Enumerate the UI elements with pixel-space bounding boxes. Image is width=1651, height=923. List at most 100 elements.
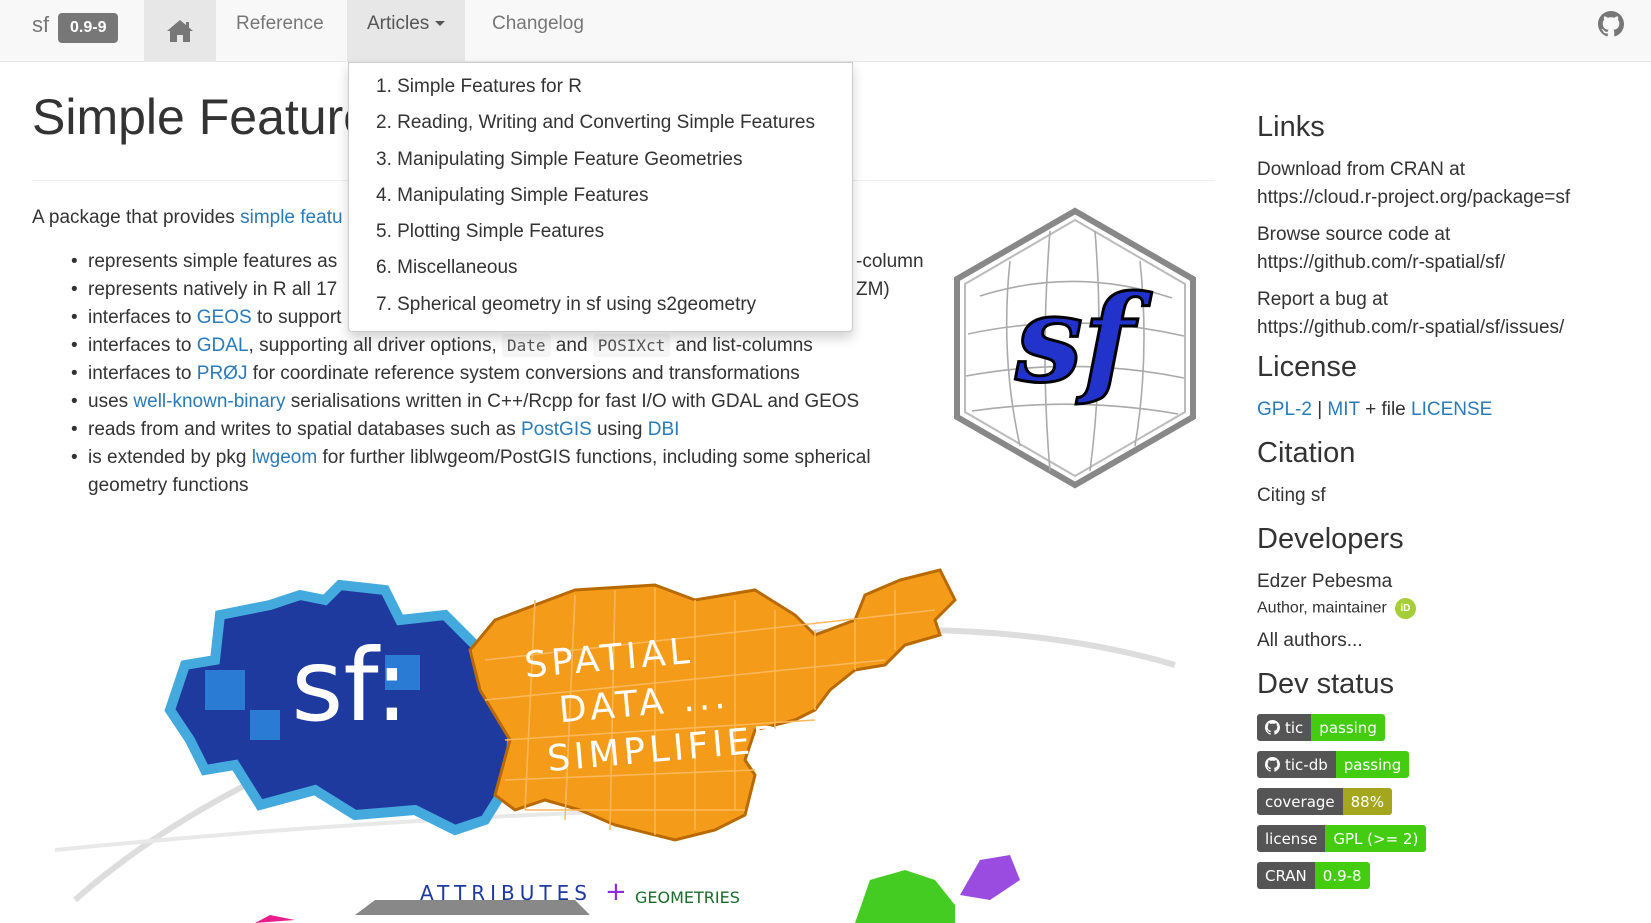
list-item: reads from and writes to spatial databas…: [71, 416, 938, 444]
menu-item-article-6[interactable]: 6. Miscellaneous: [349, 250, 852, 286]
cran-badge[interactable]: CRAN 0.9-8: [1257, 862, 1370, 890]
version-badge: 0.9-9: [58, 13, 119, 43]
artwork-sf-text: sf:: [291, 627, 408, 744]
bug-label: Report a bug at: [1257, 288, 1388, 310]
menu-item-article-4[interactable]: 4. Manipulating Simple Features: [349, 178, 852, 214]
nav-articles-dropdown[interactable]: Articles: [347, 0, 466, 62]
source-label: Browse source code at: [1257, 223, 1451, 245]
home-button[interactable]: [144, 0, 216, 62]
sf-artwork-illustration: sf: SPATIAL DATA ... SIMPLIFIED. ATTRIBU…: [55, 568, 1176, 923]
feature-text: represents simple features as: [88, 251, 338, 272]
coverage-badge[interactable]: coverage 88%: [1257, 788, 1392, 816]
geos-link[interactable]: GEOS: [197, 307, 252, 328]
logo-text: sf: [1014, 269, 1152, 410]
feature-text: interfaces to: [88, 363, 197, 384]
badge-label: license: [1257, 825, 1326, 853]
license-file-text: + file: [1359, 398, 1412, 420]
devstatus-heading: Dev status: [1257, 667, 1394, 700]
badge-label: tic: [1257, 714, 1312, 742]
artwork-geometries: GEOMETRIES: [635, 888, 740, 907]
source-link[interactable]: https://github.com/r-spatial/sf/: [1257, 249, 1637, 277]
license-badge[interactable]: license GPL (>= 2): [1257, 825, 1427, 853]
feature-tail: -column: [856, 251, 924, 272]
menu-item-article-5[interactable]: 5. Plotting Simple Features: [349, 214, 852, 250]
github-icon: [1265, 720, 1280, 736]
feature-text: represents natively in R all 17: [88, 279, 338, 300]
feature-text: for coordinate reference system conversi…: [247, 363, 800, 384]
postgis-link[interactable]: PostGIS: [521, 419, 592, 440]
brand-link[interactable]: sf: [32, 12, 49, 38]
developer-role: Author, maintainer: [1257, 599, 1387, 617]
feature-text: using: [591, 419, 648, 440]
simple-features-link[interactable]: simple featu: [240, 207, 342, 228]
feature-text: is extended by pkg: [88, 447, 252, 468]
developers-heading: Developers: [1257, 522, 1404, 555]
intro-text: A package that provides simple featu: [32, 207, 343, 229]
feature-text: uses: [88, 391, 134, 412]
github-icon: [1265, 757, 1280, 773]
nav-changelog[interactable]: Changelog: [472, 0, 604, 62]
feature-text: reads from and writes to spatial databas…: [88, 419, 522, 440]
badge-value: GPL (>= 2): [1325, 825, 1427, 853]
menu-item-article-2[interactable]: 2. Reading, Writing and Converting Simpl…: [349, 105, 852, 141]
license-sep: |: [1311, 398, 1328, 420]
list-item: interfaces to GDAL, supporting all drive…: [71, 332, 938, 360]
list-item: interfaces to PRØJ for coordinate refere…: [71, 360, 938, 388]
tic-badge[interactable]: tic passing: [1257, 714, 1385, 742]
badge-value: 88%: [1342, 788, 1392, 816]
list-item: uses well-known-binary serialisations wr…: [71, 388, 938, 416]
citing-sf-link[interactable]: Citing sf: [1257, 482, 1637, 510]
feature-text: to support: [251, 307, 342, 328]
artwork-attributes: ATTRIBUTES: [420, 881, 592, 905]
menu-item-article-1[interactable]: 1. Simple Features for R: [349, 69, 852, 105]
all-authors-link[interactable]: All authors...: [1257, 627, 1637, 655]
page-title: Simple Feature: [32, 89, 372, 145]
dbi-link[interactable]: DBI: [648, 419, 680, 440]
wkb-link[interactable]: well-known-binary: [133, 391, 285, 412]
orcid-icon[interactable]: iD: [1394, 597, 1416, 619]
license-file-link[interactable]: LICENSE: [1411, 399, 1492, 420]
feature-text: , supporting all driver options,: [248, 335, 502, 356]
badge-list: tic passing tic-db passing coverage 88% …: [1257, 714, 1637, 890]
artwork-plus: +: [605, 877, 627, 907]
bug-link[interactable]: https://github.com/r-spatial/sf/issues/: [1257, 314, 1637, 342]
feature-text: interfaces to: [88, 307, 197, 328]
badge-label: tic-db: [1257, 751, 1336, 779]
top-navbar: sf 0.9-9 Reference Articles Changelog: [0, 0, 1651, 62]
badge-value: passing: [1335, 751, 1410, 779]
feature-text: interfaces to: [88, 335, 197, 356]
badge-label: CRAN: [1257, 862, 1315, 890]
links-heading: Links: [1257, 111, 1325, 143]
feature-text: and: [550, 335, 593, 356]
cran-link[interactable]: https://cloud.r-project.org/package=sf: [1257, 184, 1637, 212]
badge-label-text: tic: [1285, 718, 1304, 737]
gpl2-link[interactable]: GPL-2: [1257, 399, 1312, 420]
sf-hex-logo: sf: [954, 207, 1196, 489]
home-icon: [167, 20, 193, 42]
code-posixct: POSIXct: [592, 334, 671, 357]
nav-reference[interactable]: Reference: [216, 0, 344, 62]
menu-item-article-3[interactable]: 3. Manipulating Simple Feature Geometrie…: [349, 142, 852, 178]
articles-dropdown-menu: 1. Simple Features for R 2. Reading, Wri…: [348, 62, 853, 332]
developer-role-line: Author, maintainer iD: [1257, 597, 1637, 619]
sidebar: Links Download from CRAN at https://clou…: [1257, 100, 1637, 890]
badge-label-text: tic-db: [1285, 755, 1328, 774]
feature-text: serialisations written in C++/Rcpp for f…: [285, 391, 860, 412]
gdal-link[interactable]: GDAL: [197, 335, 249, 356]
intro-prefix: A package that provides: [32, 207, 241, 228]
nav-articles-label: Articles: [367, 13, 430, 34]
github-icon[interactable]: [1598, 11, 1624, 37]
proj-link[interactable]: PRØJ: [197, 363, 248, 384]
badge-value: passing: [1311, 714, 1385, 742]
developer-name: Edzer Pebesma: [1257, 570, 1393, 592]
license-line: GPL-2 | MIT + file LICENSE: [1257, 396, 1637, 424]
lwgeom-link[interactable]: lwgeom: [252, 447, 317, 468]
code-date: Date: [502, 334, 551, 357]
cran-label: Download from CRAN at: [1257, 158, 1466, 180]
menu-item-article-7[interactable]: 7. Spherical geometry in sf using s2geom…: [349, 287, 852, 323]
tic-db-badge[interactable]: tic-db passing: [1257, 751, 1410, 779]
list-item: is extended by pkg lwgeom for further li…: [71, 444, 938, 500]
badge-value: 0.9-8: [1314, 862, 1370, 890]
feature-text: and list-columns: [670, 335, 813, 356]
mit-link[interactable]: MIT: [1327, 399, 1359, 420]
